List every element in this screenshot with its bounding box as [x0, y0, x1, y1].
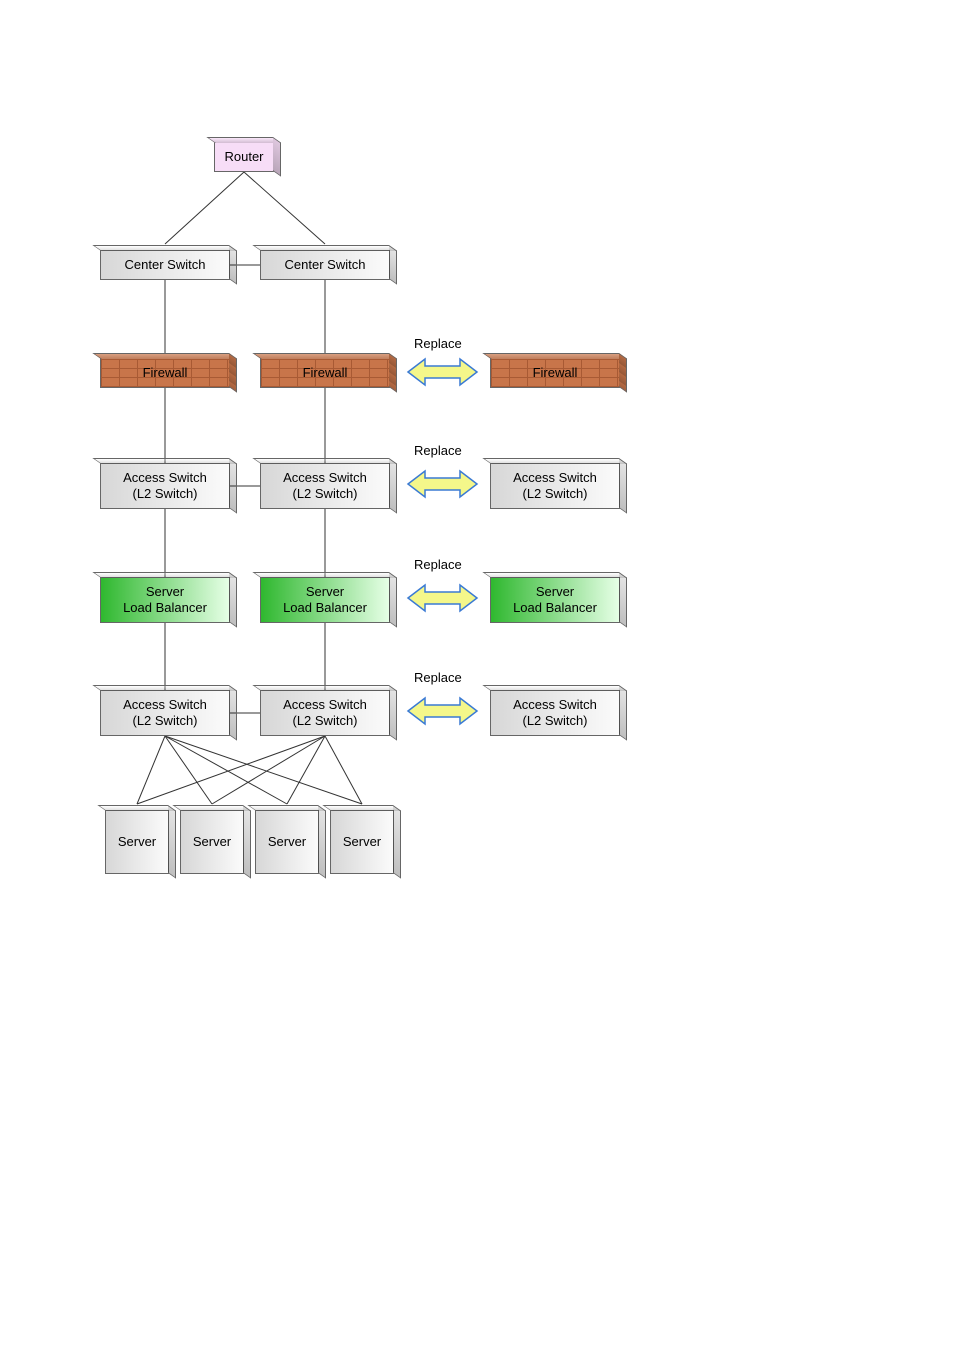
connection-lines [0, 0, 954, 1350]
load-balancer-replacement: Server Load Balancer [490, 577, 620, 623]
server-3-label: Server [268, 834, 306, 850]
server-1: Server [105, 810, 169, 874]
replace-arrow-3 [405, 581, 480, 615]
server-3: Server [255, 810, 319, 874]
access-switch-1-left-line2: (L2 Switch) [132, 486, 197, 502]
access-switch-2-replacement: Access Switch (L2 Switch) [490, 690, 620, 736]
firewall-left-label: Firewall [143, 365, 188, 381]
replace-label-2: Replace [414, 443, 462, 458]
firewall-replacement-label: Firewall [533, 365, 578, 381]
server-2-label: Server [193, 834, 231, 850]
load-balancer-replacement-line1: Server [536, 584, 574, 600]
firewall-left: Firewall [100, 358, 230, 388]
load-balancer-right: Server Load Balancer [260, 577, 390, 623]
diagram-stage: Router Center Switch Center Switch Firew… [0, 0, 954, 1350]
access-switch-1-right-line1: Access Switch [283, 470, 367, 486]
router-label: Router [224, 149, 263, 165]
access-switch-2-right: Access Switch (L2 Switch) [260, 690, 390, 736]
server-4-label: Server [343, 834, 381, 850]
center-switch-right-label: Center Switch [285, 257, 366, 273]
firewall-right-label: Firewall [303, 365, 348, 381]
access-switch-1-replacement: Access Switch (L2 Switch) [490, 463, 620, 509]
access-switch-1-left: Access Switch (L2 Switch) [100, 463, 230, 509]
access-switch-1-right: Access Switch (L2 Switch) [260, 463, 390, 509]
replace-label-4: Replace [414, 670, 462, 685]
replace-label-1: Replace [414, 336, 462, 351]
load-balancer-left: Server Load Balancer [100, 577, 230, 623]
load-balancer-left-line2: Load Balancer [123, 600, 207, 616]
access-switch-1-right-line2: (L2 Switch) [292, 486, 357, 502]
replace-label-3: Replace [414, 557, 462, 572]
access-switch-2-right-line2: (L2 Switch) [292, 713, 357, 729]
load-balancer-left-line1: Server [146, 584, 184, 600]
access-switch-2-right-line1: Access Switch [283, 697, 367, 713]
router-node: Router [214, 142, 274, 172]
server-1-label: Server [118, 834, 156, 850]
access-switch-2-replacement-line2: (L2 Switch) [522, 713, 587, 729]
center-switch-left-label: Center Switch [125, 257, 206, 273]
access-switch-1-replacement-line2: (L2 Switch) [522, 486, 587, 502]
load-balancer-right-line1: Server [306, 584, 344, 600]
replace-arrow-1 [405, 355, 480, 389]
server-4: Server [330, 810, 394, 874]
center-switch-left: Center Switch [100, 250, 230, 280]
center-switch-right: Center Switch [260, 250, 390, 280]
firewall-replacement: Firewall [490, 358, 620, 388]
access-switch-2-left-line2: (L2 Switch) [132, 713, 197, 729]
replace-arrow-2 [405, 467, 480, 501]
firewall-right: Firewall [260, 358, 390, 388]
server-2: Server [180, 810, 244, 874]
access-switch-2-left: Access Switch (L2 Switch) [100, 690, 230, 736]
access-switch-1-replacement-line1: Access Switch [513, 470, 597, 486]
access-switch-2-left-line1: Access Switch [123, 697, 207, 713]
replace-arrow-4 [405, 694, 480, 728]
load-balancer-right-line2: Load Balancer [283, 600, 367, 616]
access-switch-1-left-line1: Access Switch [123, 470, 207, 486]
load-balancer-replacement-line2: Load Balancer [513, 600, 597, 616]
access-switch-2-replacement-line1: Access Switch [513, 697, 597, 713]
